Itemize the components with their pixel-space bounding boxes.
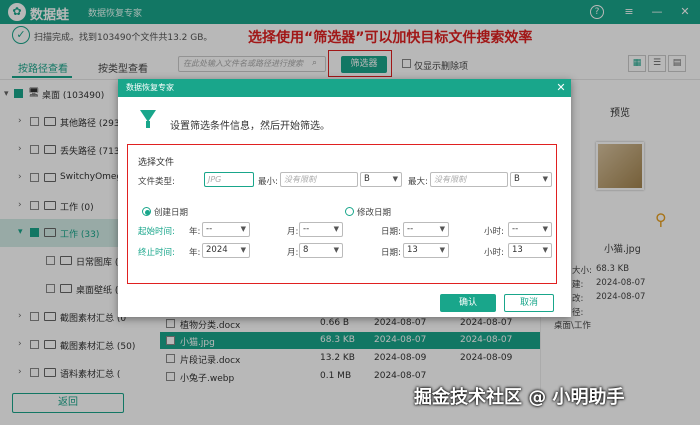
- confirm-button[interactable]: 确认: [440, 294, 496, 312]
- select-value: 8: [303, 245, 309, 255]
- select-value: --: [407, 224, 414, 234]
- day-label: 日期:: [381, 227, 401, 237]
- cancel-button[interactable]: 取消: [504, 294, 554, 312]
- caret-down-icon: ▼: [439, 225, 445, 233]
- dialog-title: 数据恢复专家: [118, 79, 571, 97]
- end-hour-select[interactable]: 13 ▼: [508, 243, 552, 258]
- year-label: 年:: [189, 227, 201, 237]
- select-value: 13: [512, 245, 523, 255]
- min-size-label: 最小:: [258, 177, 278, 187]
- end-time-label: 终止时间:: [138, 248, 175, 258]
- select-value: --: [512, 224, 519, 234]
- min-size-input[interactable]: 没有限制: [280, 172, 358, 187]
- month-label: 月:: [287, 227, 299, 237]
- end-day-select[interactable]: 13 ▼: [403, 243, 449, 258]
- caret-down-icon: ▼: [392, 175, 398, 183]
- end-month-select[interactable]: 8 ▼: [299, 243, 343, 258]
- start-time-label: 起始时间:: [138, 227, 175, 237]
- caret-down-icon: ▼: [240, 225, 246, 233]
- caret-down-icon: ▼: [542, 175, 548, 183]
- modify-date-label: 修改日期: [357, 208, 392, 218]
- start-hour-select[interactable]: -- ▼: [508, 222, 552, 237]
- caret-down-icon: ▼: [542, 246, 548, 254]
- caret-down-icon: ▼: [240, 246, 246, 254]
- select-value: 2024: [206, 245, 228, 255]
- dialog-close-icon[interactable]: ✕: [552, 79, 570, 97]
- filter-options-highlight: [127, 144, 557, 284]
- month-label: 月:: [287, 248, 299, 258]
- start-year-select[interactable]: -- ▼: [202, 222, 250, 237]
- hour-label: 小时:: [484, 227, 504, 237]
- day-label: 日期:: [381, 248, 401, 258]
- file-type-label: 文件类型:: [138, 177, 175, 187]
- start-day-select[interactable]: -- ▼: [403, 222, 449, 237]
- start-month-select[interactable]: -- ▼: [299, 222, 343, 237]
- hour-label: 小时:: [484, 248, 504, 258]
- file-type-input[interactable]: JPG: [204, 172, 254, 187]
- end-year-select[interactable]: 2024 ▼: [202, 243, 250, 258]
- dialog-description: 设置筛选条件信息，然后开始筛选。: [170, 121, 330, 132]
- create-date-radio[interactable]: [142, 207, 151, 216]
- caret-down-icon: ▼: [333, 246, 339, 254]
- max-size-label: 最大:: [408, 177, 428, 187]
- create-date-label: 创建日期: [154, 208, 189, 218]
- min-unit-select[interactable]: B ▼: [360, 172, 402, 187]
- min-unit-value: B: [364, 174, 370, 184]
- max-size-input[interactable]: 没有限制: [430, 172, 508, 187]
- modify-date-radio[interactable]: [345, 207, 354, 216]
- select-value: --: [206, 224, 213, 234]
- watermark-text: 掘金技术社区 @ 小明助手: [414, 387, 625, 408]
- max-unit-value: B: [514, 174, 520, 184]
- select-value: --: [303, 224, 310, 234]
- select-value: 13: [407, 245, 418, 255]
- section-title: 选择文件: [138, 158, 175, 168]
- max-unit-select[interactable]: B ▼: [510, 172, 552, 187]
- caret-down-icon: ▼: [542, 225, 548, 233]
- filter-funnel-stem: [146, 121, 150, 128]
- caret-down-icon: ▼: [333, 225, 339, 233]
- year-label: 年:: [189, 248, 201, 258]
- caret-down-icon: ▼: [439, 246, 445, 254]
